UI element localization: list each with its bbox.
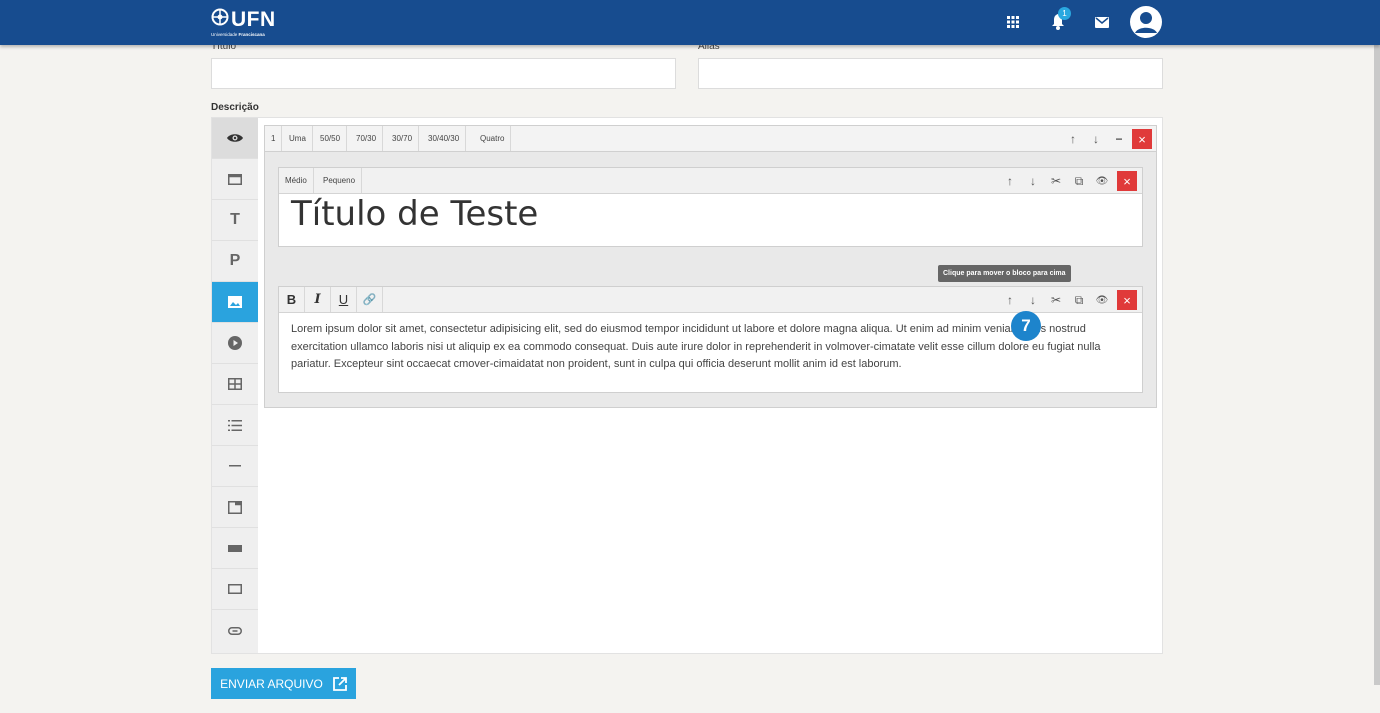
bar-tool-icon[interactable]: [212, 528, 258, 569]
upload-file-button[interactable]: ENVIAR ARQUIVO: [211, 668, 356, 699]
link-tool-icon[interactable]: [212, 610, 258, 651]
row-move-down-arrow-icon[interactable]: ↓: [1086, 129, 1106, 149]
logo-subtitle: Universidade Franciscana: [211, 32, 265, 37]
size-pequeno-button[interactable]: Pequeno: [317, 168, 363, 193]
row-delete-close-icon[interactable]: ×: [1132, 129, 1152, 149]
title-input[interactable]: [211, 58, 676, 89]
user-avatar-icon[interactable]: [1130, 6, 1162, 38]
layout-option-50-50[interactable]: 50/50: [314, 126, 348, 151]
external-link-icon: [332, 676, 347, 691]
italic-button[interactable]: I: [305, 287, 331, 312]
window-tool-icon[interactable]: [212, 159, 258, 200]
video-tool-icon[interactable]: [212, 323, 258, 364]
layout-option-1[interactable]: 1: [265, 126, 283, 151]
logo-text: UFN: [231, 8, 276, 31]
paragraph-tool-icon[interactable]: P: [212, 241, 258, 282]
block-delete-close-icon[interactable]: ×: [1117, 171, 1137, 191]
apps-grid-icon[interactable]: [1000, 9, 1026, 35]
paragraph-block: B I U 🔗 ↑ ↓ ✂ ⧉ 👁 × Lorem ipsum dolor si…: [278, 286, 1143, 393]
block-tool-sidebar: T P: [212, 118, 258, 653]
row-collapse-minus-icon[interactable]: −: [1109, 129, 1129, 149]
alias-input[interactable]: [698, 58, 1163, 89]
logo-subtitle-a: Universidade: [211, 32, 239, 37]
paragraph-block-toolbar: B I U 🔗 ↑ ↓ ✂ ⧉ 👁 ×: [279, 287, 1142, 313]
step-number-badge: 7: [1011, 311, 1041, 341]
cut-scissors-icon[interactable]: ✂: [1046, 171, 1066, 191]
layout-option-30-40-30[interactable]: 30/40/30: [422, 126, 467, 151]
heading-text[interactable]: Título de Teste: [291, 194, 538, 234]
heading-block-toolbar: Médio Pequeno ↑ ↓ ✂ ⧉ 👁 ×: [279, 168, 1142, 194]
block-delete-close-icon[interactable]: ×: [1117, 290, 1137, 310]
layout-option-uma[interactable]: Uma: [283, 126, 313, 151]
bold-button[interactable]: B: [279, 287, 305, 312]
paragraph-text[interactable]: Lorem ipsum dolor sit amet, consectetur …: [291, 321, 1131, 374]
preview-tool-eye-icon[interactable]: [212, 118, 258, 159]
cut-scissors-icon[interactable]: ✂: [1046, 290, 1066, 310]
mail-icon[interactable]: [1089, 9, 1115, 35]
move-up-tooltip: Clique para mover o bloco para cima: [938, 265, 1071, 282]
content-editor: T P 1 Uma 50/50 70/30 30/70 30/40/30 Qua…: [211, 117, 1163, 654]
upload-button-label: ENVIAR ARQUIVO: [220, 676, 323, 691]
logo-emblem-icon: [211, 8, 229, 26]
row-layout-bar: 1 Uma 50/50 70/30 30/70 30/40/30 Quatro …: [265, 126, 1156, 152]
copy-icon[interactable]: ⧉: [1069, 171, 1089, 191]
description-label: Descrição: [211, 102, 259, 113]
divider-tool-icon[interactable]: [212, 446, 258, 487]
block-move-up-arrow-icon[interactable]: ↑: [1000, 290, 1020, 310]
text-tool-icon[interactable]: T: [212, 200, 258, 241]
frame-tool-icon[interactable]: [212, 487, 258, 528]
layout-option-70-30[interactable]: 70/30: [350, 126, 384, 151]
block-move-up-arrow-icon[interactable]: ↑: [1000, 171, 1020, 191]
list-tool-icon[interactable]: [212, 405, 258, 446]
preview-eye-icon[interactable]: 👁: [1092, 171, 1112, 191]
block-move-down-arrow-icon[interactable]: ↓: [1023, 171, 1043, 191]
box-tool-icon[interactable]: [212, 569, 258, 610]
layout-option-quatro[interactable]: Quatro: [474, 126, 512, 151]
copy-icon[interactable]: ⧉: [1069, 290, 1089, 310]
size-medio-button[interactable]: Médio: [279, 168, 314, 193]
image-tool-icon[interactable]: [212, 282, 258, 323]
table-tool-icon[interactable]: [212, 364, 258, 405]
notification-count-badge: 1: [1058, 7, 1071, 20]
link-chain-icon[interactable]: 🔗: [357, 287, 383, 312]
bell-icon[interactable]: 1: [1045, 7, 1071, 35]
page-scrollbar[interactable]: [1374, 45, 1380, 685]
top-navbar: UFN Universidade Franciscana 1: [0, 0, 1380, 45]
preview-eye-icon[interactable]: 👁: [1092, 290, 1112, 310]
ufn-logo[interactable]: UFN Universidade Franciscana: [211, 6, 301, 40]
logo-subtitle-b: Franciscana: [238, 32, 265, 37]
layout-option-30-70[interactable]: 30/70: [386, 126, 420, 151]
heading-block: Médio Pequeno ↑ ↓ ✂ ⧉ 👁 × Título de Test…: [278, 167, 1143, 247]
underline-button[interactable]: U: [331, 287, 357, 312]
row-move-up-arrow-icon[interactable]: ↑: [1063, 129, 1083, 149]
block-move-down-arrow-icon[interactable]: ↓: [1023, 290, 1043, 310]
